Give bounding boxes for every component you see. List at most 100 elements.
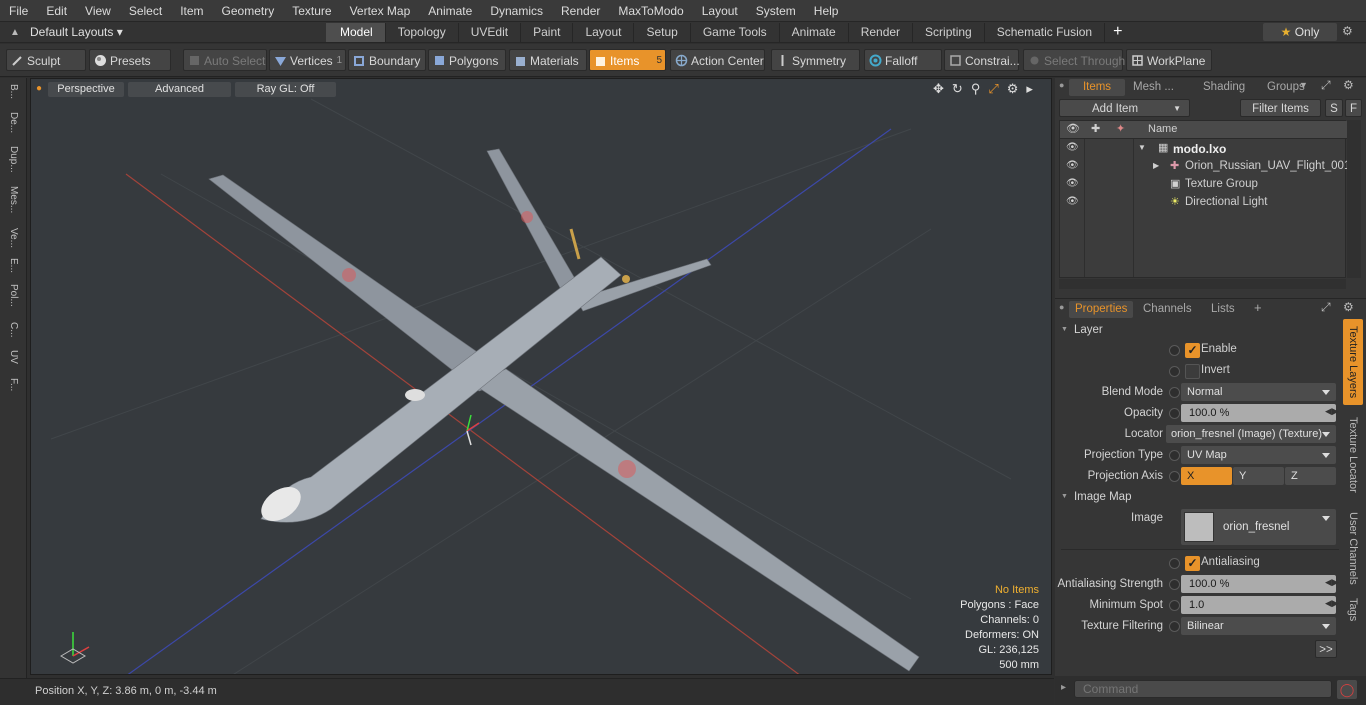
constraints-button[interactable]: Constrai... [944, 49, 1020, 71]
side-tab-texture-layers[interactable]: Texture Layers [1343, 319, 1363, 405]
side-tab-tags[interactable]: Tags [1343, 595, 1363, 625]
visibility-eye-icon[interactable]: 👁 [1066, 160, 1079, 171]
panel-settings-icon[interactable]: ⚙ [1343, 78, 1354, 92]
layout-menu-icon[interactable]: ⚙ [1342, 24, 1353, 38]
tab-channels[interactable]: Channels [1137, 301, 1198, 318]
menu-maxtomodo[interactable]: MaxToModo [609, 0, 692, 22]
left-tab-pol[interactable]: Pol... [3, 284, 23, 307]
sculpt-button[interactable]: Sculpt [6, 49, 86, 71]
presets-button[interactable]: Presets [89, 49, 171, 71]
items-button[interactable]: Items 5 [589, 49, 666, 71]
tree-item-light[interactable]: 👁 ☀ Directional Light [1060, 194, 1347, 212]
panel-tabs-dropdown-icon[interactable]: ▼ [1299, 80, 1308, 90]
tree-item-scene[interactable]: 👁 ▼ ▦ modo.lxo [1060, 140, 1347, 158]
menu-system[interactable]: System [747, 0, 805, 22]
items-panel-menu-dot[interactable]: ● [1059, 80, 1064, 90]
tab-animate[interactable]: Animate [780, 22, 849, 42]
auto-select-button[interactable]: Auto Select [183, 49, 267, 71]
menu-view[interactable]: View [76, 0, 120, 22]
left-tab-c[interactable]: C... [3, 322, 23, 338]
visibility-eye-icon[interactable]: 👁 [1066, 196, 1079, 207]
layout-up-icon[interactable]: ▲ [0, 27, 30, 38]
viewport-expand-icon[interactable]: ▸ [1026, 81, 1033, 99]
rotate-view-icon[interactable]: ↻ [952, 81, 963, 99]
add-properties-tab-icon[interactable]: + [1254, 300, 1262, 315]
viewport-settings-icon[interactable]: ⚙ [1007, 81, 1019, 99]
raygl-button[interactable]: Ray GL: Off [235, 82, 336, 97]
left-tab-e[interactable]: E... [3, 258, 23, 273]
left-tab-b[interactable]: B... [3, 84, 23, 99]
menu-layout[interactable]: Layout [693, 0, 747, 22]
tree-item-texture-group[interactable]: 👁 ▣ Texture Group [1060, 176, 1347, 194]
tab-layout[interactable]: Layout [573, 22, 635, 42]
properties-settings-icon[interactable]: ⚙ [1343, 300, 1354, 314]
command-expand-icon[interactable]: ▸ [1061, 682, 1066, 693]
menu-texture[interactable]: Texture [283, 0, 340, 22]
texture-filtering-anim-circle[interactable] [1169, 621, 1180, 632]
materials-button[interactable]: Materials [509, 49, 587, 71]
tab-scripting[interactable]: Scripting [913, 22, 985, 42]
move-view-icon[interactable]: ✥ [933, 81, 944, 99]
tab-lists[interactable]: Lists [1205, 301, 1241, 318]
tree-item-mesh[interactable]: 👁 ▶ ✚ Orion_Russian_UAV_Flight_001 [1060, 158, 1350, 176]
menu-select[interactable]: Select [120, 0, 171, 22]
s-button[interactable]: S [1325, 99, 1343, 117]
tab-properties[interactable]: Properties [1069, 301, 1134, 318]
expand-arrow-icon[interactable]: ▼ [1138, 143, 1146, 152]
menu-geometry[interactable]: Geometry [213, 0, 284, 22]
more-properties-button[interactable]: >> [1315, 640, 1337, 658]
tab-model[interactable]: Model [326, 22, 386, 42]
properties-menu-dot[interactable]: ● [1059, 302, 1064, 312]
menu-animate[interactable]: Animate [419, 0, 481, 22]
tab-paint[interactable]: Paint [521, 22, 574, 42]
only-toggle[interactable]: ★ Only [1263, 23, 1337, 41]
filter-items-button[interactable]: Filter Items [1240, 99, 1321, 117]
command-record-icon[interactable]: ◯ [1337, 680, 1357, 699]
tab-mesh[interactable]: Mesh ... [1127, 79, 1180, 96]
menu-render[interactable]: Render [552, 0, 609, 22]
menu-item[interactable]: Item [171, 0, 212, 22]
menu-edit[interactable]: Edit [37, 0, 76, 22]
tab-game-tools[interactable]: Game Tools [691, 22, 780, 42]
tab-setup[interactable]: Setup [634, 22, 691, 42]
expand-arrow-icon[interactable]: ▶ [1153, 161, 1159, 170]
left-tab-dup[interactable]: Dup... [3, 146, 23, 173]
vertices-button[interactable]: Vertices 1 [269, 49, 346, 71]
add-tab-button[interactable]: + [1105, 23, 1130, 41]
side-tab-texture-locator[interactable]: Texture Locator [1343, 409, 1363, 501]
boundary-button[interactable]: Boundary [348, 49, 426, 71]
default-layouts-dropdown[interactable]: Default Layouts ▾ [30, 25, 326, 39]
action-center-button[interactable]: Action Center [670, 49, 765, 71]
left-tab-de[interactable]: De... [3, 112, 23, 133]
zoom-view-icon[interactable]: ⚲ [971, 81, 981, 99]
left-tab-ve[interactable]: Ve... [3, 228, 23, 248]
item-list-scrollbar[interactable] [1347, 120, 1361, 278]
tab-topology[interactable]: Topology [386, 22, 459, 42]
command-input[interactable] [1074, 680, 1332, 698]
3d-viewport[interactable]: ● Perspective Advanced Ray GL: Off ✥ ↻ ⚲… [30, 78, 1052, 675]
maximize-view-icon[interactable]: ⤢ [988, 81, 998, 99]
polygons-button[interactable]: Polygons [428, 49, 506, 71]
side-tab-user-channels[interactable]: User Channels [1343, 505, 1363, 591]
menu-vertex-map[interactable]: Vertex Map [341, 0, 420, 22]
visibility-eye-icon[interactable]: 👁 [1066, 178, 1079, 189]
workplane-button[interactable]: WorkPlane [1126, 49, 1212, 71]
f-button[interactable]: F [1345, 99, 1362, 117]
menu-dynamics[interactable]: Dynamics [481, 0, 552, 22]
perspective-button[interactable]: Perspective [48, 82, 124, 97]
menu-file[interactable]: File [0, 0, 37, 22]
texture-filtering-dropdown[interactable]: Bilinear [1181, 617, 1336, 635]
advanced-button[interactable]: Advanced [128, 82, 231, 97]
tab-schematic-fusion[interactable]: Schematic Fusion [985, 22, 1106, 42]
viewport-menu-dot[interactable]: ● [36, 83, 42, 94]
falloff-button[interactable]: Falloff [864, 49, 942, 71]
tab-shading[interactable]: Shading [1197, 79, 1251, 96]
left-tab-uv[interactable]: UV [3, 350, 23, 364]
item-list-hscroll[interactable] [1059, 279, 1346, 289]
tab-uvedit[interactable]: UVEdit [459, 22, 522, 42]
select-through-button[interactable]: Select Through [1023, 49, 1125, 71]
add-item-button[interactable]: Add Item ▼ [1059, 99, 1190, 117]
panel-expand-icon[interactable]: ⤢ [1321, 78, 1331, 93]
symmetry-button[interactable]: Symmetry [771, 49, 860, 71]
tab-items[interactable]: Items [1069, 79, 1125, 96]
